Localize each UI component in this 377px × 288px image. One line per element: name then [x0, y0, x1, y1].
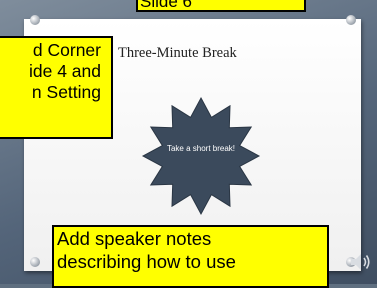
callout-slide-number: Slide 6 — [136, 0, 306, 12]
callout-bottom-line-1: Add speaker notes — [57, 228, 212, 249]
callout-left-line-2: ide 4 and — [28, 61, 101, 81]
pin-bottom-left — [30, 257, 40, 267]
starburst-shape[interactable] — [141, 96, 261, 216]
starburst-text: Take a short break! — [166, 144, 236, 153]
callout-speaker-notes: Add speaker notes describing how to use — [52, 225, 329, 288]
pin-top-right — [346, 15, 356, 25]
callout-left-line-3: n Setting — [31, 82, 101, 102]
callout-left-instructions: d Corner ide 4 and n Setting — [0, 36, 113, 139]
speaker-icon[interactable] — [348, 250, 372, 274]
callout-left-line-1: d Corner — [32, 40, 101, 60]
slide-title[interactable]: Three-Minute Break — [118, 45, 278, 62]
callout-slide-number-text: Slide 6 — [140, 0, 192, 11]
callout-bottom-line-2: describing how to use — [57, 251, 236, 272]
pin-top-left — [30, 15, 40, 25]
